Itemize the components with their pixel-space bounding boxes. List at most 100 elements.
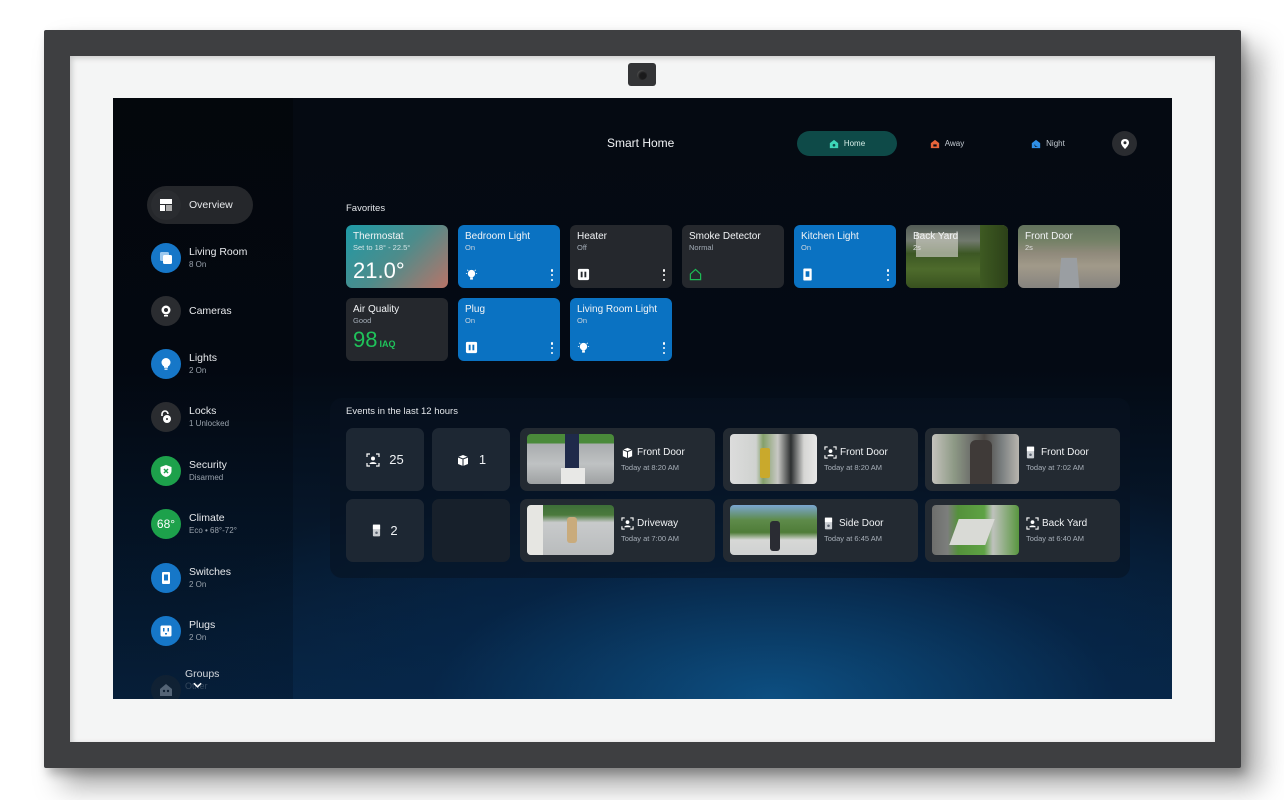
tile-status: Good [353, 316, 372, 325]
tile-thermostat[interactable]: Thermostat Set to 18° - 22.5° 21.0° [346, 225, 448, 288]
tile-camera-front-door[interactable]: Front Door 2s [1018, 225, 1120, 288]
tile-kitchen-light[interactable]: Kitchen Light On [794, 225, 896, 288]
night-house-icon [1031, 139, 1041, 148]
package-icon [457, 454, 469, 466]
home-shield-icon [829, 139, 838, 148]
chevron-down-icon[interactable] [193, 680, 202, 690]
bulb-icon [577, 342, 590, 353]
tile-name: Front Door [1025, 231, 1073, 242]
more-options-icon[interactable] [886, 269, 890, 281]
mode-night-button[interactable]: Night [998, 131, 1098, 156]
plug-icon [577, 268, 590, 281]
events-heading: Events in the last 12 hours [346, 406, 458, 417]
tile-smoke-detector[interactable]: Smoke Detector Normal [682, 225, 784, 288]
air-quality-reading: 98 IAQ [353, 329, 396, 355]
sidebar-item-cameras[interactable]: Cameras [147, 292, 255, 330]
sidebar-item-locks[interactable]: Locks 1 Unlocked [147, 398, 255, 436]
tile-name: Plug [465, 304, 486, 315]
event-count-empty-slot [432, 499, 510, 562]
more-options-icon[interactable] [662, 342, 666, 354]
event-title: Driveway [637, 518, 679, 529]
event-time: Today at 6:45 AM [824, 534, 882, 543]
air-quality-value: 98 [353, 327, 378, 352]
tile-living-room-light[interactable]: Living Room Light On [570, 298, 672, 361]
location-button[interactable] [1112, 131, 1137, 156]
tile-name: Smoke Detector [689, 231, 761, 242]
doorbell-icon [824, 517, 833, 530]
sidebar-item-status: Eco • 68°-72° [189, 526, 237, 535]
sidebar-item-overview[interactable]: Overview [147, 186, 253, 224]
sidebar-item-status: 2 On [189, 633, 207, 642]
sidebar-item-plugs[interactable]: Plugs 2 On [147, 612, 255, 650]
camera-lens [637, 70, 647, 80]
tile-name: Heater [577, 231, 608, 242]
tile-status: Set to 18° - 22.5° [353, 243, 411, 252]
sidebar-item-switches[interactable]: Switches 2 On [147, 559, 255, 597]
room-icon [151, 243, 181, 273]
event-thumbnail [932, 434, 1019, 484]
mode-away-button[interactable]: Away [897, 131, 997, 156]
package-icon [622, 447, 633, 459]
more-options-icon[interactable] [550, 342, 554, 354]
more-options-icon[interactable] [550, 269, 554, 281]
location-pin-icon [1120, 138, 1129, 149]
tile-plug[interactable]: Plug On [458, 298, 560, 361]
sidebar-item-label: Switches [189, 566, 232, 578]
person-detect-icon [824, 446, 837, 459]
event-count-person[interactable]: 25 [346, 428, 424, 491]
event-count: 25 [389, 452, 404, 467]
sidebar-item-status: 2 On [189, 366, 207, 375]
mode-label: Night [1046, 139, 1065, 148]
bulb-icon [151, 349, 181, 379]
sidebar-item-status: Other [185, 681, 208, 691]
mode-label: Away [944, 139, 965, 148]
event-title: Side Door [839, 518, 884, 529]
sidebar-item-label: Living Room [189, 246, 248, 258]
event-card[interactable]: Front Door Today at 7:02 AM [925, 428, 1120, 491]
sidebar-item-living-room[interactable]: Living Room 8 On [147, 239, 255, 277]
person-detect-icon [366, 452, 380, 467]
event-card[interactable]: Driveway Today at 7:00 AM [520, 499, 715, 562]
event-card[interactable]: Back Yard Today at 6:40 AM [925, 499, 1120, 562]
favorites-heading: Favorites [346, 203, 386, 214]
camera-icon [151, 296, 181, 326]
tile-status: On [465, 243, 476, 252]
bulb-icon [465, 269, 478, 280]
tile-status: On [465, 316, 476, 325]
tile-bedroom-light[interactable]: Bedroom Light On [458, 225, 560, 288]
event-count-package[interactable]: 1 [432, 428, 510, 491]
event-thumbnail [730, 505, 817, 555]
tile-camera-back-yard[interactable]: Back Yard 2s [906, 225, 1008, 288]
sidebar-item-lights[interactable]: Lights 2 On [147, 345, 255, 383]
tile-status: 2s [1025, 243, 1033, 252]
plug-icon [151, 616, 181, 646]
groups-house-icon [151, 675, 181, 699]
tile-heater[interactable]: Heater Off [570, 225, 672, 288]
event-title: Front Door [840, 447, 888, 458]
event-card[interactable]: Side Door Today at 6:45 AM [723, 499, 918, 562]
event-card[interactable]: Front Door Today at 8:20 AM [520, 428, 715, 491]
switch-icon [803, 268, 812, 281]
away-house-icon [930, 139, 939, 148]
tile-status: On [577, 316, 588, 325]
event-title: Back Yard [1042, 518, 1088, 529]
switch-icon [151, 563, 181, 593]
plug-icon [465, 341, 478, 354]
sidebar-item-security[interactable]: Security Disarmed [147, 452, 255, 490]
unlocked-icon [151, 402, 181, 432]
more-options-icon[interactable] [662, 269, 666, 281]
event-time: Today at 6:40 AM [1026, 534, 1084, 543]
tile-status: On [801, 243, 812, 252]
mode-home-button[interactable]: Home [797, 131, 897, 156]
sidebar-item-climate[interactable]: 68° Climate Eco • 68°-72° [147, 505, 255, 543]
tile-name: Back Yard [913, 231, 959, 242]
event-thumbnail [527, 505, 614, 555]
tile-air-quality[interactable]: Air Quality Good 98 IAQ [346, 298, 448, 361]
event-count-doorbell[interactable]: 2 [346, 499, 424, 562]
tile-status: Off [577, 243, 587, 252]
sidebar-item-label: Climate [189, 512, 225, 524]
screen: Overview Living Room 8 On Cameras Lights 2… [113, 98, 1172, 699]
sidebar-item-label: Lights [189, 352, 218, 364]
sidebar-item-status: Disarmed [189, 473, 224, 482]
event-card[interactable]: Front Door Today at 8:20 AM [723, 428, 918, 491]
